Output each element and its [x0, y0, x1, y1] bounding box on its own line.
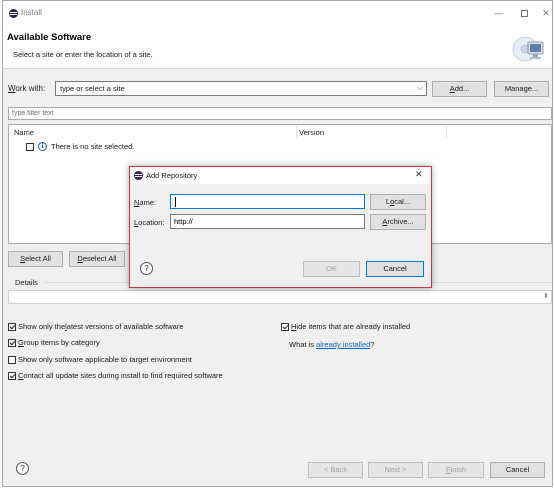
window-titlebar: Install — ✕	[3, 1, 552, 25]
install-window: Install — ✕ Available Software Select a …	[2, 0, 553, 487]
contact-sites-text: ontact all update sites during install t…	[23, 371, 223, 380]
contact-sites-checkbox[interactable]	[8, 371, 16, 380]
work-with-label: Work with:	[8, 84, 45, 93]
location-label-text: ocation:	[138, 218, 165, 227]
window-title: Install	[21, 8, 42, 17]
add-repository-dialog: Add Repository ✕ Name: Location: Local..…	[129, 166, 432, 288]
name-label-text: ame:	[139, 198, 157, 207]
what-is-installed: What is already installed?	[289, 340, 374, 349]
target-environment-checkbox[interactable]	[8, 355, 16, 364]
dialog-titlebar: Add Repository ✕	[130, 167, 431, 184]
wizard-header: Available Software Select a site or ente…	[3, 25, 552, 69]
hide-installed-option[interactable]: Hide items that are already installed	[281, 322, 410, 331]
install-banner-icon	[512, 36, 544, 62]
scroll-arrows-icon[interactable]: ⬍	[543, 292, 549, 300]
archive-button[interactable]: Archive...	[370, 214, 426, 230]
show-latest-text: atest versions of available software	[66, 322, 184, 331]
location-label: Location:	[134, 218, 164, 227]
text-caret	[175, 197, 176, 207]
finish-label: inish	[450, 465, 467, 474]
row-checkbox[interactable]	[26, 142, 34, 151]
local-button[interactable]: Local...	[370, 194, 426, 210]
name-field[interactable]	[170, 194, 365, 209]
column-header-name[interactable]: Name	[14, 128, 34, 137]
show-latest-checkbox[interactable]	[8, 322, 16, 331]
minimize-button[interactable]: —	[491, 5, 507, 21]
column-divider[interactable]	[446, 126, 447, 138]
help-icon[interactable]: ?	[140, 262, 153, 275]
maximize-icon	[520, 10, 528, 18]
show-latest-option[interactable]: Show only the l atest versions of availab…	[8, 322, 184, 331]
finish-button[interactable]: Finish	[428, 462, 484, 478]
help-icon[interactable]: ?	[16, 462, 29, 475]
already-installed-link[interactable]: already installed	[316, 340, 370, 349]
cancel-button[interactable]: Cancel	[490, 462, 545, 478]
next-button[interactable]: Next >	[368, 462, 423, 478]
add-button[interactable]: Add...	[432, 81, 487, 97]
contact-sites-option[interactable]: Contact all update sites during install …	[8, 371, 223, 380]
what-is-text: What is	[289, 340, 317, 349]
column-divider[interactable]	[296, 126, 297, 138]
page-subtitle: Select a site or enter the location of a…	[13, 50, 153, 59]
work-with-combo[interactable]: ⌵	[55, 81, 427, 96]
details-box[interactable]: ⬍	[8, 290, 552, 304]
work-with-input[interactable]	[56, 82, 406, 95]
add-label: dd...	[454, 84, 470, 93]
hide-installed-text: ide items that are already installed	[296, 322, 411, 331]
group-by-category-checkbox[interactable]	[8, 338, 16, 347]
ok-button[interactable]: OK	[303, 261, 360, 277]
dialog-close-button[interactable]: ✕	[415, 169, 423, 180]
filter-input[interactable]	[9, 108, 551, 119]
local-label: cal...	[394, 197, 411, 206]
row-text: There is no site selected.	[51, 142, 135, 151]
close-button[interactable]: ✕	[538, 5, 554, 21]
table-row[interactable]: i There is no site selected.	[26, 141, 134, 152]
group-text: roup items by category	[23, 338, 100, 347]
select-all-button[interactable]: Select All	[8, 251, 63, 267]
group-by-category-option[interactable]: Group items by category	[8, 338, 100, 347]
dialog-cancel-button[interactable]: Cancel	[366, 261, 424, 277]
details-label: Details	[15, 278, 38, 287]
archive-label: rchive...	[387, 217, 414, 226]
manage-button[interactable]: Manage...	[494, 81, 549, 97]
hide-installed-checkbox[interactable]	[281, 322, 289, 331]
next-label: Next >	[384, 465, 407, 474]
back-button[interactable]: < Back	[308, 462, 363, 478]
back-label: < Back	[323, 465, 348, 474]
page-title: Available Software	[7, 32, 92, 43]
select-all-label: elect All	[25, 254, 51, 263]
maximize-button[interactable]	[516, 5, 532, 21]
info-icon: i	[38, 142, 47, 151]
dialog-title: Add Repository	[146, 171, 198, 180]
deselect-all-button[interactable]: Deselect All	[69, 251, 125, 267]
eclipse-icon	[9, 9, 18, 18]
name-input[interactable]	[171, 195, 364, 208]
filter-field[interactable]	[8, 107, 552, 120]
location-input[interactable]	[171, 215, 364, 228]
column-header-version[interactable]: Version	[299, 128, 324, 137]
show-latest-text-pre: Show only the	[18, 322, 66, 331]
work-with-label-text: ork with:	[15, 84, 46, 93]
target-environment-text: Show only software applicable to target …	[18, 355, 192, 364]
chevron-down-icon[interactable]: ⌵	[417, 83, 423, 93]
eclipse-icon	[134, 171, 143, 180]
name-label: Name:	[134, 198, 156, 207]
target-environment-option[interactable]: Show only software applicable to target …	[8, 355, 192, 364]
location-field[interactable]	[170, 214, 365, 229]
deselect-all-label: eselect All	[82, 254, 117, 263]
what-is-question: ?	[370, 340, 375, 349]
